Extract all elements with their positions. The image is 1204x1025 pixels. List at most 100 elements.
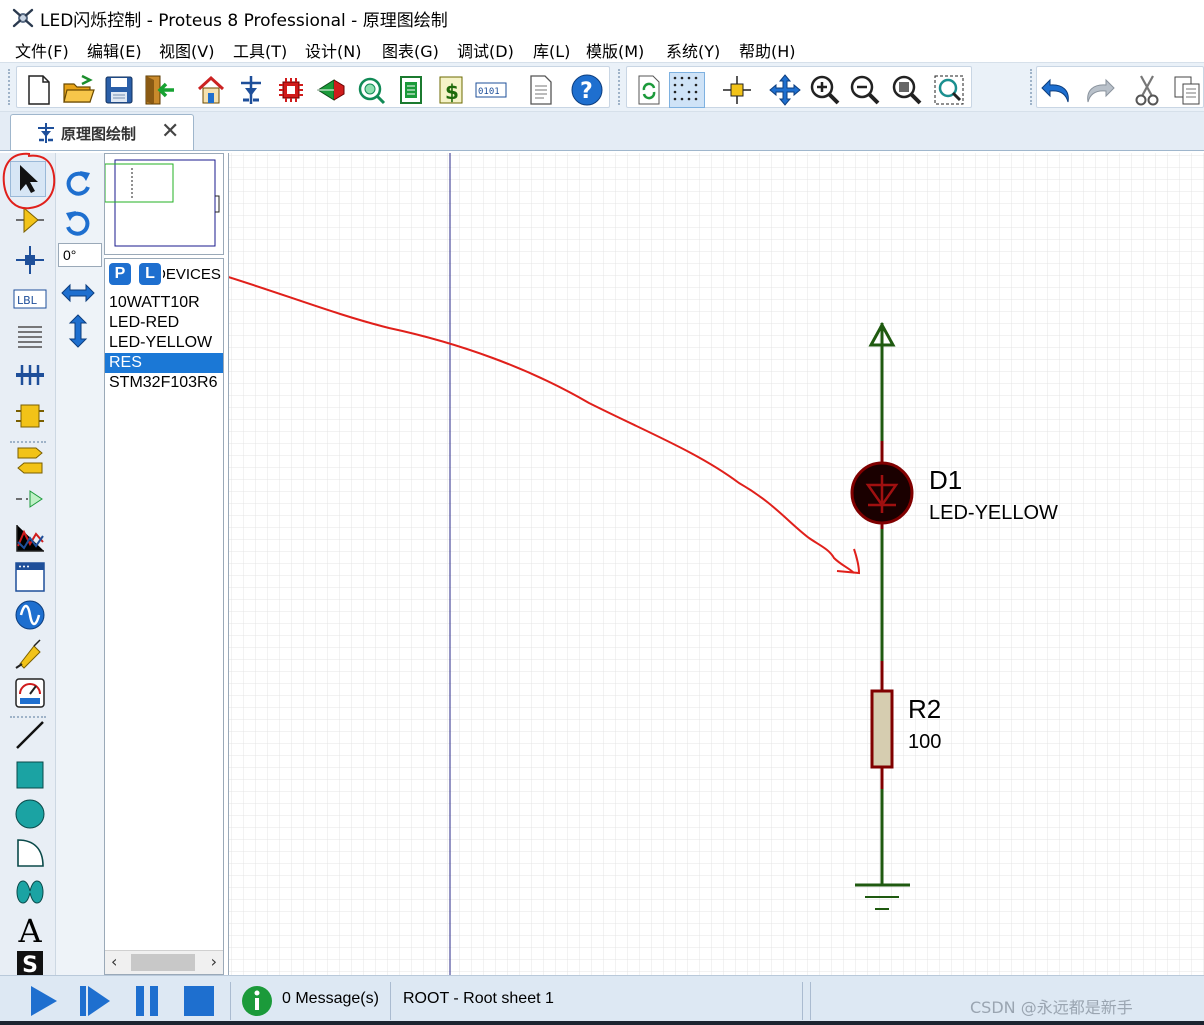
toolbar-group-view	[626, 66, 972, 108]
copy-icon[interactable]	[1169, 72, 1204, 108]
rotation-angle-input[interactable]: 0°	[58, 243, 102, 267]
bus-icon[interactable]	[12, 358, 48, 394]
title-bar: LED闪烁控制 - Proteus 8 Professional - 原理图绘制	[0, 0, 1204, 34]
wire-label-icon[interactable]: LBL	[12, 281, 48, 317]
line-icon[interactable]	[12, 717, 48, 753]
toolbar-grip[interactable]	[618, 69, 622, 105]
toolbar-grip[interactable]	[1030, 69, 1034, 105]
horizontal-scrollbar[interactable]: ‹ ›	[105, 950, 223, 974]
gerber-icon[interactable]	[353, 72, 389, 108]
generator-icon[interactable]	[12, 597, 48, 633]
open-folder-icon[interactable]	[61, 72, 97, 108]
device-pin-icon[interactable]	[12, 481, 48, 517]
step-icon[interactable]	[76, 982, 114, 1020]
junction-dot-icon[interactable]	[12, 242, 48, 278]
design-explorer-icon[interactable]	[393, 72, 429, 108]
tape-recorder-icon[interactable]	[12, 559, 48, 595]
pcb-icon[interactable]	[273, 72, 309, 108]
d1-reference[interactable]: D1	[929, 465, 962, 495]
bill-of-materials-icon[interactable]: $	[433, 72, 469, 108]
menu-view[interactable]: 视图(V)	[159, 38, 214, 62]
d1-value[interactable]: LED-YELLOW	[929, 502, 1058, 524]
r2-value[interactable]: 100	[908, 731, 941, 753]
3d-viewer-icon[interactable]	[313, 72, 349, 108]
closed-path-icon[interactable]	[12, 874, 48, 910]
devices-header: DEVICES	[163, 266, 223, 283]
arc-icon[interactable]	[12, 835, 48, 871]
voltage-probe-icon[interactable]	[12, 636, 48, 672]
menu-debug[interactable]: 调试(D)	[457, 38, 514, 62]
text-script-icon[interactable]	[12, 320, 48, 356]
scroll-thumb[interactable]	[131, 954, 195, 971]
schematic-sheet[interactable]: D1 LED-YELLOW R2 100	[70, 153, 1204, 975]
sheet-indicator[interactable]: ROOT - Root sheet 1	[403, 990, 554, 1008]
save-icon[interactable]	[101, 72, 137, 108]
list-item-selected[interactable]: RES	[105, 353, 223, 373]
pause-icon[interactable]	[128, 982, 166, 1020]
menu-tools[interactable]: 工具(T)	[233, 38, 287, 62]
circle-icon[interactable]	[12, 796, 48, 832]
library-manager-button[interactable]: L	[139, 263, 161, 285]
stop-icon[interactable]	[180, 982, 218, 1020]
rotate-anticlockwise-icon[interactable]	[60, 205, 96, 241]
document-tab-strip: 原理图绘制 ✕	[0, 112, 1204, 151]
graph-icon[interactable]	[12, 520, 48, 556]
mirror-horizontal-icon[interactable]	[60, 275, 96, 311]
info-icon[interactable]	[238, 982, 276, 1020]
mirror-vertical-icon[interactable]	[60, 313, 96, 349]
zoom-area-icon[interactable]	[931, 72, 967, 108]
zoom-out-icon[interactable]	[847, 72, 883, 108]
text-icon[interactable]: A	[12, 913, 48, 949]
zoom-in-icon[interactable]	[807, 72, 843, 108]
new-file-icon[interactable]	[21, 72, 57, 108]
symbol-icon[interactable]: S	[12, 951, 48, 975]
menu-file[interactable]: 文件(F)	[15, 38, 69, 62]
list-item[interactable]: STM32F103R6	[105, 373, 223, 393]
list-item[interactable]: LED-RED	[105, 313, 223, 333]
menu-template[interactable]: 模版(M)	[586, 38, 644, 62]
scroll-right-icon[interactable]: ›	[211, 952, 217, 971]
scroll-left-icon[interactable]: ‹	[111, 952, 117, 971]
origin-icon[interactable]	[719, 72, 755, 108]
virtual-instrument-icon[interactable]	[12, 675, 48, 711]
list-item[interactable]: LED-YELLOW	[105, 333, 223, 353]
terminal-icon[interactable]	[12, 443, 48, 479]
wire-label-text: LBL	[17, 294, 38, 307]
schematic-icon[interactable]	[233, 72, 269, 108]
close-project-icon[interactable]	[141, 72, 177, 108]
redo-icon[interactable]	[1081, 72, 1117, 108]
notes-icon[interactable]	[523, 72, 559, 108]
text-tool-glyph: A	[18, 912, 42, 950]
pick-devices-button[interactable]: P	[109, 263, 131, 285]
toolbar-grip[interactable]	[8, 69, 12, 105]
list-item[interactable]: 10WATT10R	[105, 293, 223, 313]
play-icon[interactable]	[24, 982, 62, 1020]
menu-system[interactable]: 系统(Y)	[666, 38, 720, 62]
overview-window[interactable]	[104, 153, 224, 255]
menu-graph[interactable]: 图表(G)	[382, 38, 439, 62]
zoom-all-icon[interactable]	[889, 72, 925, 108]
refresh-icon[interactable]	[631, 72, 667, 108]
help-icon[interactable]: ?	[569, 72, 605, 108]
subcircuit-icon[interactable]	[12, 398, 48, 434]
orientation-toolbar: 0°	[56, 153, 104, 975]
toolbar-group-edit	[1036, 66, 1204, 108]
menu-design[interactable]: 设计(N)	[305, 38, 361, 62]
pan-icon[interactable]	[767, 72, 803, 108]
undo-icon[interactable]	[1039, 72, 1075, 108]
grid-toggle-icon[interactable]	[669, 72, 705, 108]
menu-bar: 文件(F) 编辑(E) 视图(V) 工具(T) 设计(N) 图表(G) 调试(D…	[0, 34, 1204, 62]
box-icon[interactable]	[12, 757, 48, 793]
menu-edit[interactable]: 编辑(E)	[87, 38, 142, 62]
rotate-clockwise-icon[interactable]	[60, 165, 96, 201]
tab-schematic-capture[interactable]: 原理图绘制 ✕	[10, 114, 194, 150]
menu-help[interactable]: 帮助(H)	[739, 38, 796, 62]
home-icon[interactable]	[193, 72, 229, 108]
source-code-icon[interactable]: 0101	[473, 72, 509, 108]
message-count[interactable]: 0 Message(s)	[282, 990, 379, 1008]
menu-library[interactable]: 库(L)	[533, 38, 570, 62]
r2-reference[interactable]: R2	[908, 694, 941, 724]
schematic-editing-canvas[interactable]: D1 LED-YELLOW R2 100	[70, 153, 1204, 975]
tab-close-button[interactable]: ✕	[161, 119, 179, 144]
cut-icon[interactable]	[1129, 72, 1165, 108]
